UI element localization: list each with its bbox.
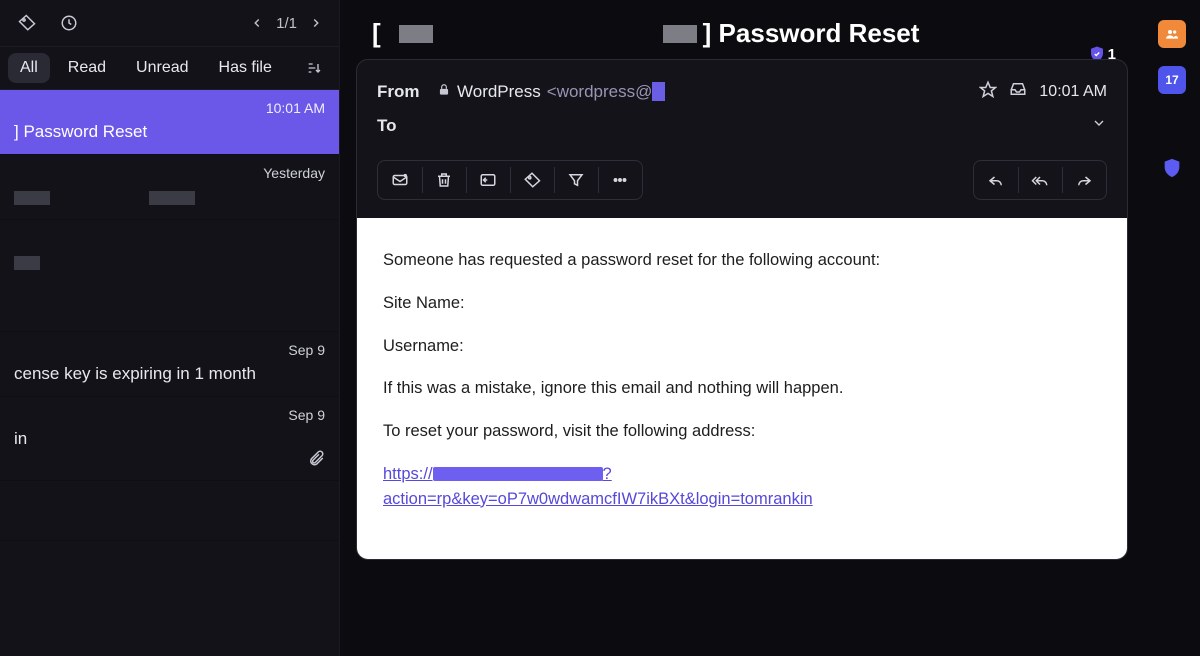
list-item-time: 10:01 AM xyxy=(266,100,325,116)
list-toolbar: 1/1 xyxy=(0,0,339,46)
list-item-subject: ] Password Reset xyxy=(14,122,325,142)
filter-bar: All Read Unread Has file xyxy=(0,46,339,90)
sender-addr: <wordpress@ xyxy=(547,82,653,101)
contacts-icon[interactable] xyxy=(1158,20,1186,48)
filter-unread[interactable]: Unread xyxy=(124,53,200,83)
prev-page-button[interactable] xyxy=(244,10,270,36)
body-line: To reset your password, visit the follow… xyxy=(383,419,1101,444)
label-button[interactable] xyxy=(510,161,554,199)
list-item-subject: in xyxy=(14,429,325,449)
list-item-time: Sep 9 xyxy=(288,407,325,423)
body-line: Username: xyxy=(383,334,1101,359)
list-item[interactable]: Sep 9 in xyxy=(0,397,339,481)
email-body: Someone has requested a password reset f… xyxy=(357,218,1127,559)
mark-unread-button[interactable] xyxy=(378,161,422,199)
body-line: Site Name: xyxy=(383,291,1101,316)
more-button[interactable] xyxy=(598,161,642,199)
email-card: From WordPress <wordpress@ 10:01 AM xyxy=(356,59,1128,560)
list-item-subject xyxy=(14,187,325,207)
list-item[interactable] xyxy=(0,481,339,541)
body-line: If this was a mistake, ignore this email… xyxy=(383,376,1101,401)
reply-all-button[interactable] xyxy=(1018,161,1062,199)
reader-pane: [ ] Password Reset 1 From xyxy=(340,0,1200,656)
title-text: ] Password Reset xyxy=(703,18,920,49)
list-item[interactable]: 10:01 AM ] Password Reset xyxy=(0,90,339,155)
inbox-icon[interactable] xyxy=(1009,80,1027,103)
message-list: 10:01 AM ] Password Reset Yesterday Sep … xyxy=(0,90,339,656)
list-item-subject xyxy=(14,252,325,272)
archive-button[interactable] xyxy=(466,161,510,199)
expand-recipients[interactable] xyxy=(1091,115,1107,136)
body-line: Someone has requested a password reset f… xyxy=(383,248,1101,273)
lock-icon xyxy=(437,82,451,102)
tag-icon[interactable] xyxy=(10,6,44,40)
message-list-pane: 1/1 All Read Unread Has file 10:01 AM ] … xyxy=(0,0,340,656)
reset-link[interactable]: https://?action=rp&key=oP7w0wdwamcfIW7ik… xyxy=(383,465,813,508)
calendar-icon[interactable]: 17 xyxy=(1158,66,1186,94)
list-pager: 1/1 xyxy=(244,10,329,36)
security-icon[interactable] xyxy=(1158,154,1186,182)
right-rail: 17 xyxy=(1144,0,1200,656)
filter-has-file[interactable]: Has file xyxy=(207,53,284,83)
from-value: WordPress <wordpress@ xyxy=(437,82,665,102)
filter-button[interactable] xyxy=(554,161,598,199)
next-page-button[interactable] xyxy=(303,10,329,36)
sort-button[interactable] xyxy=(297,51,331,85)
list-item-time: Sep 9 xyxy=(288,342,325,358)
title-bracket: [ xyxy=(372,18,381,49)
forward-button[interactable] xyxy=(1062,161,1106,199)
filter-read[interactable]: Read xyxy=(56,53,118,83)
delete-button[interactable] xyxy=(422,161,466,199)
star-icon[interactable] xyxy=(979,80,997,103)
list-item[interactable] xyxy=(0,220,339,332)
list-item[interactable]: Yesterday xyxy=(0,155,339,220)
list-item[interactable]: Sep 9 cense key is expiring in 1 month xyxy=(0,332,339,397)
list-item-subject: cense key is expiring in 1 month xyxy=(14,364,325,384)
to-label: To xyxy=(377,116,437,136)
email-time: 10:01 AM xyxy=(1039,83,1107,101)
clock-icon[interactable] xyxy=(52,6,86,40)
attachment-icon xyxy=(307,449,325,472)
email-toolbar xyxy=(357,152,1127,218)
email-title: [ ] Password Reset xyxy=(356,12,1128,59)
list-item-time: Yesterday xyxy=(263,165,325,181)
sender-name: WordPress xyxy=(457,82,541,102)
reply-button[interactable] xyxy=(974,161,1018,199)
pager-label: 1/1 xyxy=(276,15,297,32)
from-label: From xyxy=(377,82,437,102)
filter-all[interactable]: All xyxy=(8,53,50,83)
